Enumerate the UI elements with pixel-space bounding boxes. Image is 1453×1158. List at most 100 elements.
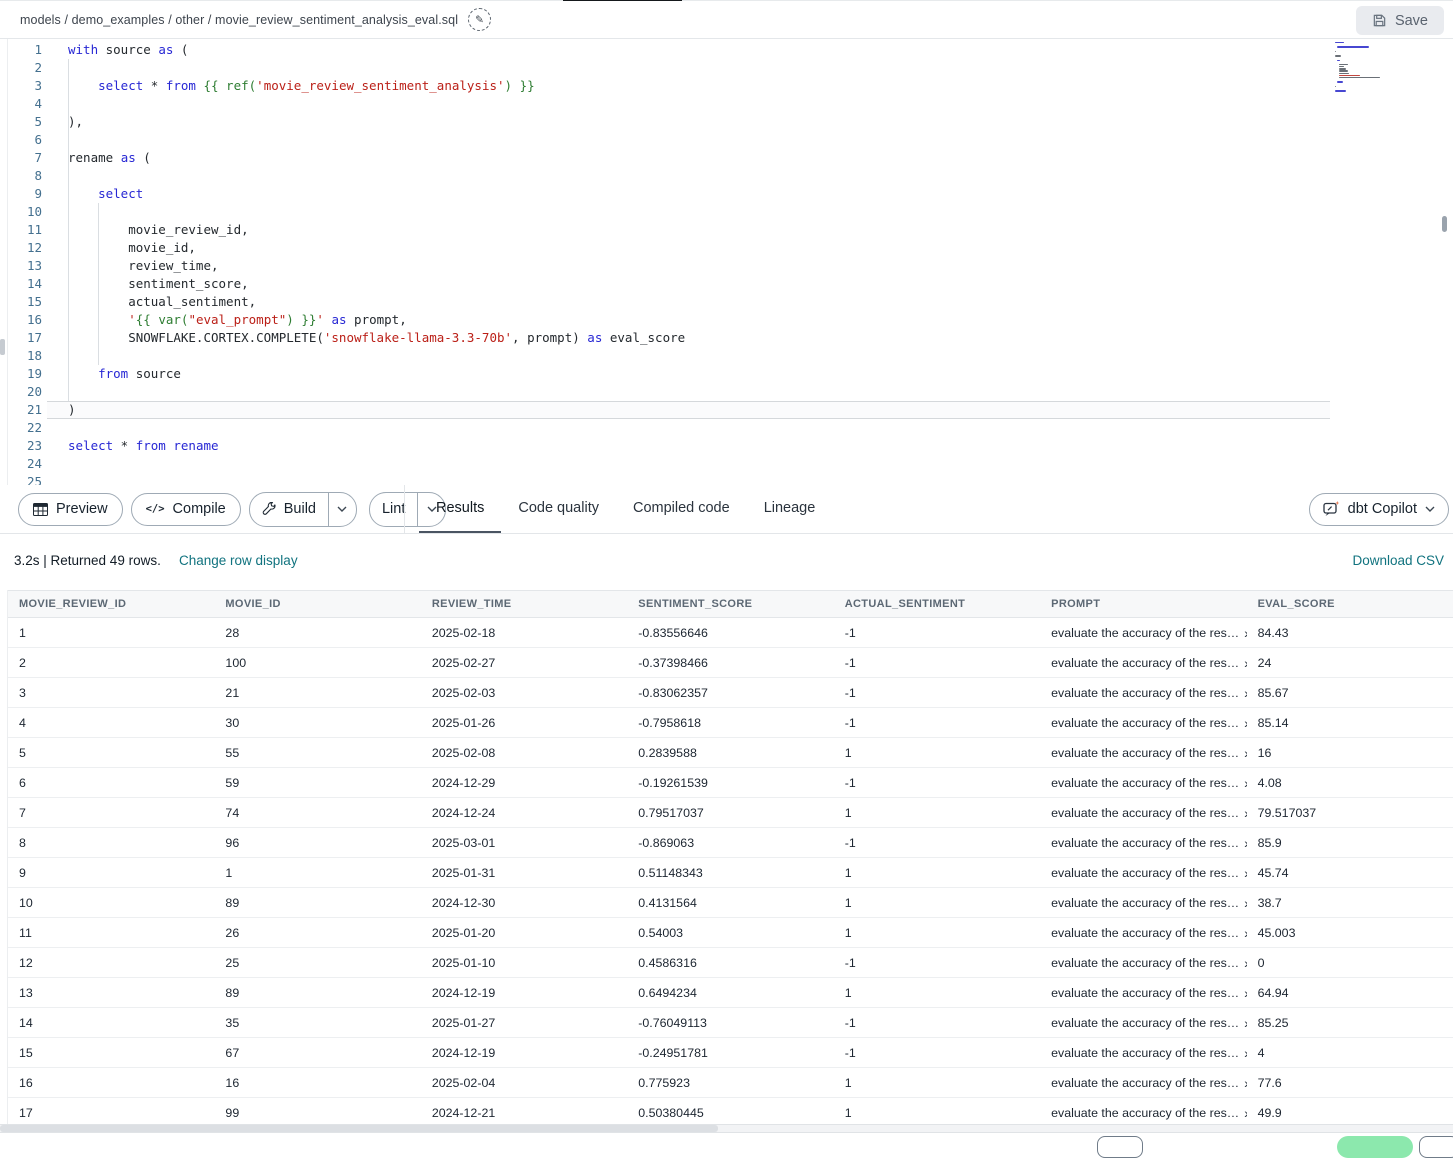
table-cell: 2024-12-19	[421, 978, 627, 1007]
table-cell: 2025-02-03	[421, 678, 627, 707]
table-cell: 26	[214, 918, 420, 947]
table-row: 1282025-02-18-0.83556646-1evaluate the a…	[8, 618, 1453, 648]
table-cell: 6	[8, 768, 214, 797]
code-line[interactable]: 24	[8, 455, 1453, 473]
compile-label: Compile	[173, 501, 226, 517]
build-button[interactable]: Build	[250, 493, 328, 526]
code-line[interactable]: 18	[8, 347, 1453, 365]
save-button[interactable]: Save	[1356, 6, 1444, 35]
save-label: Save	[1395, 13, 1428, 29]
build-dropdown[interactable]	[328, 493, 356, 526]
table-cell: 45.74	[1247, 858, 1453, 887]
table-cell: 4	[1247, 1038, 1453, 1067]
code-line[interactable]: 8	[8, 167, 1453, 185]
table-cell: 0.79517037	[627, 798, 833, 827]
code-line[interactable]: 12 movie_id,	[8, 239, 1453, 257]
code-line[interactable]: 16 '{{ var("eval_prompt") }}' as prompt,	[8, 311, 1453, 329]
table-cell: evaluate the accuracy of the res…›	[1040, 768, 1246, 797]
tab-code-quality[interactable]: Code quality	[501, 485, 616, 533]
table-cell: 2024-12-19	[421, 1038, 627, 1067]
table-cell: 1	[8, 618, 214, 647]
table-cell: evaluate the accuracy of the res…›	[1040, 1098, 1246, 1127]
table-row: 13892024-12-190.64942341evaluate the acc…	[8, 978, 1453, 1008]
table-cell: 9	[8, 858, 214, 887]
line-number: 20	[8, 383, 42, 401]
table-cell: 3	[8, 678, 214, 707]
table-cell: 17	[8, 1098, 214, 1127]
footer-green-button-partial[interactable]	[1337, 1136, 1413, 1158]
code-line[interactable]: 10	[8, 203, 1453, 221]
code-line[interactable]: 23select * from rename	[8, 437, 1453, 455]
preview-label: Preview	[56, 501, 108, 517]
table-cell: 59	[214, 768, 420, 797]
table-cell: evaluate the accuracy of the res…›	[1040, 618, 1246, 647]
table-row: 6592024-12-29-0.19261539-1evaluate the a…	[8, 768, 1453, 798]
table-cell: 24	[1247, 648, 1453, 677]
line-number: 1	[8, 41, 42, 59]
code-line[interactable]: 4	[8, 95, 1453, 113]
change-row-display-link[interactable]: Change row display	[179, 553, 298, 568]
table-cell: 2024-12-29	[421, 768, 627, 797]
table-cell: 2024-12-21	[421, 1098, 627, 1127]
table-cell: 2025-01-20	[421, 918, 627, 947]
table-cell: 5	[8, 738, 214, 767]
table-cell: 0.54003	[627, 918, 833, 947]
table-cell: -1	[834, 618, 1040, 647]
editor-scrollbar-thumb[interactable]	[1442, 216, 1447, 232]
breadcrumb[interactable]: models / demo_examples / other / movie_r…	[20, 13, 458, 27]
line-number: 3	[8, 77, 42, 95]
tab-results[interactable]: Results	[419, 485, 501, 533]
chat-sparkle-icon	[1323, 501, 1340, 517]
code-line[interactable]: 25	[8, 473, 1453, 485]
minimap[interactable]	[1335, 42, 1405, 100]
footer-button-partial[interactable]	[1097, 1136, 1143, 1158]
code-line[interactable]: 13 review_time,	[8, 257, 1453, 275]
tab-lineage[interactable]: Lineage	[747, 485, 833, 533]
table-cell: evaluate the accuracy of the res…›	[1040, 828, 1246, 857]
code-editor[interactable]: 1with source as (23 select * from {{ ref…	[8, 40, 1453, 485]
compile-button[interactable]: </> Compile	[131, 493, 241, 526]
table-cell: 89	[214, 978, 420, 1007]
footer-button-partial[interactable]	[1419, 1136, 1453, 1158]
code-line[interactable]: 11 movie_review_id,	[8, 221, 1453, 239]
code-line[interactable]: 9 select	[8, 185, 1453, 203]
table-cell: -1	[834, 768, 1040, 797]
code-line[interactable]: 1with source as (	[8, 41, 1453, 59]
table-cell: 85.25	[1247, 1008, 1453, 1037]
code-brackets-icon: </>	[146, 503, 165, 515]
table-cell: 7	[8, 798, 214, 827]
results-table: MOVIE_REVIEW_IDMOVIE_IDREVIEW_TIMESENTIM…	[8, 590, 1453, 1128]
code-line[interactable]: 15 actual_sentiment,	[8, 293, 1453, 311]
code-line[interactable]: 6	[8, 131, 1453, 149]
code-line[interactable]: 22	[8, 419, 1453, 437]
table-cell: 1	[834, 1068, 1040, 1097]
panel-resize-handle[interactable]	[0, 339, 5, 355]
table-cell: 1	[834, 1098, 1040, 1127]
code-line[interactable]: 2	[8, 59, 1453, 77]
code-line[interactable]: 14 sentiment_score,	[8, 275, 1453, 293]
code-line[interactable]: 20	[8, 383, 1453, 401]
lint-button[interactable]: Lint	[370, 493, 417, 526]
dbt-copilot-button[interactable]: dbt Copilot	[1309, 493, 1449, 526]
preview-button[interactable]: Preview	[18, 493, 123, 526]
table-cell: 28	[214, 618, 420, 647]
table-cell: -0.24951781	[627, 1038, 833, 1067]
table-cell: 30	[214, 708, 420, 737]
table-cell: 2025-02-18	[421, 618, 627, 647]
code-line[interactable]: 3 select * from {{ ref('movie_review_sen…	[8, 77, 1453, 95]
table-cell: evaluate the accuracy of the res…›	[1040, 1068, 1246, 1097]
table-cell: 16	[1247, 738, 1453, 767]
horizontal-scrollbar-thumb[interactable]	[0, 1125, 718, 1132]
code-lines[interactable]: 1with source as (23 select * from {{ ref…	[8, 41, 1453, 485]
code-line[interactable]: 17 SNOWFLAKE.CORTEX.COMPLETE('snowflake-…	[8, 329, 1453, 347]
tab-compiled-code[interactable]: Compiled code	[616, 485, 747, 533]
code-line[interactable]: 5),	[8, 113, 1453, 131]
download-csv-link[interactable]: Download CSV	[1352, 553, 1444, 568]
code-line[interactable]: 21)	[8, 401, 1453, 419]
line-number: 22	[8, 419, 42, 437]
table-cell: 1	[834, 858, 1040, 887]
table-cell: 38.7	[1247, 888, 1453, 917]
column-header: ACTUAL_SENTIMENT	[834, 591, 1040, 617]
code-line[interactable]: 7rename as (	[8, 149, 1453, 167]
code-line[interactable]: 19 from source	[8, 365, 1453, 383]
